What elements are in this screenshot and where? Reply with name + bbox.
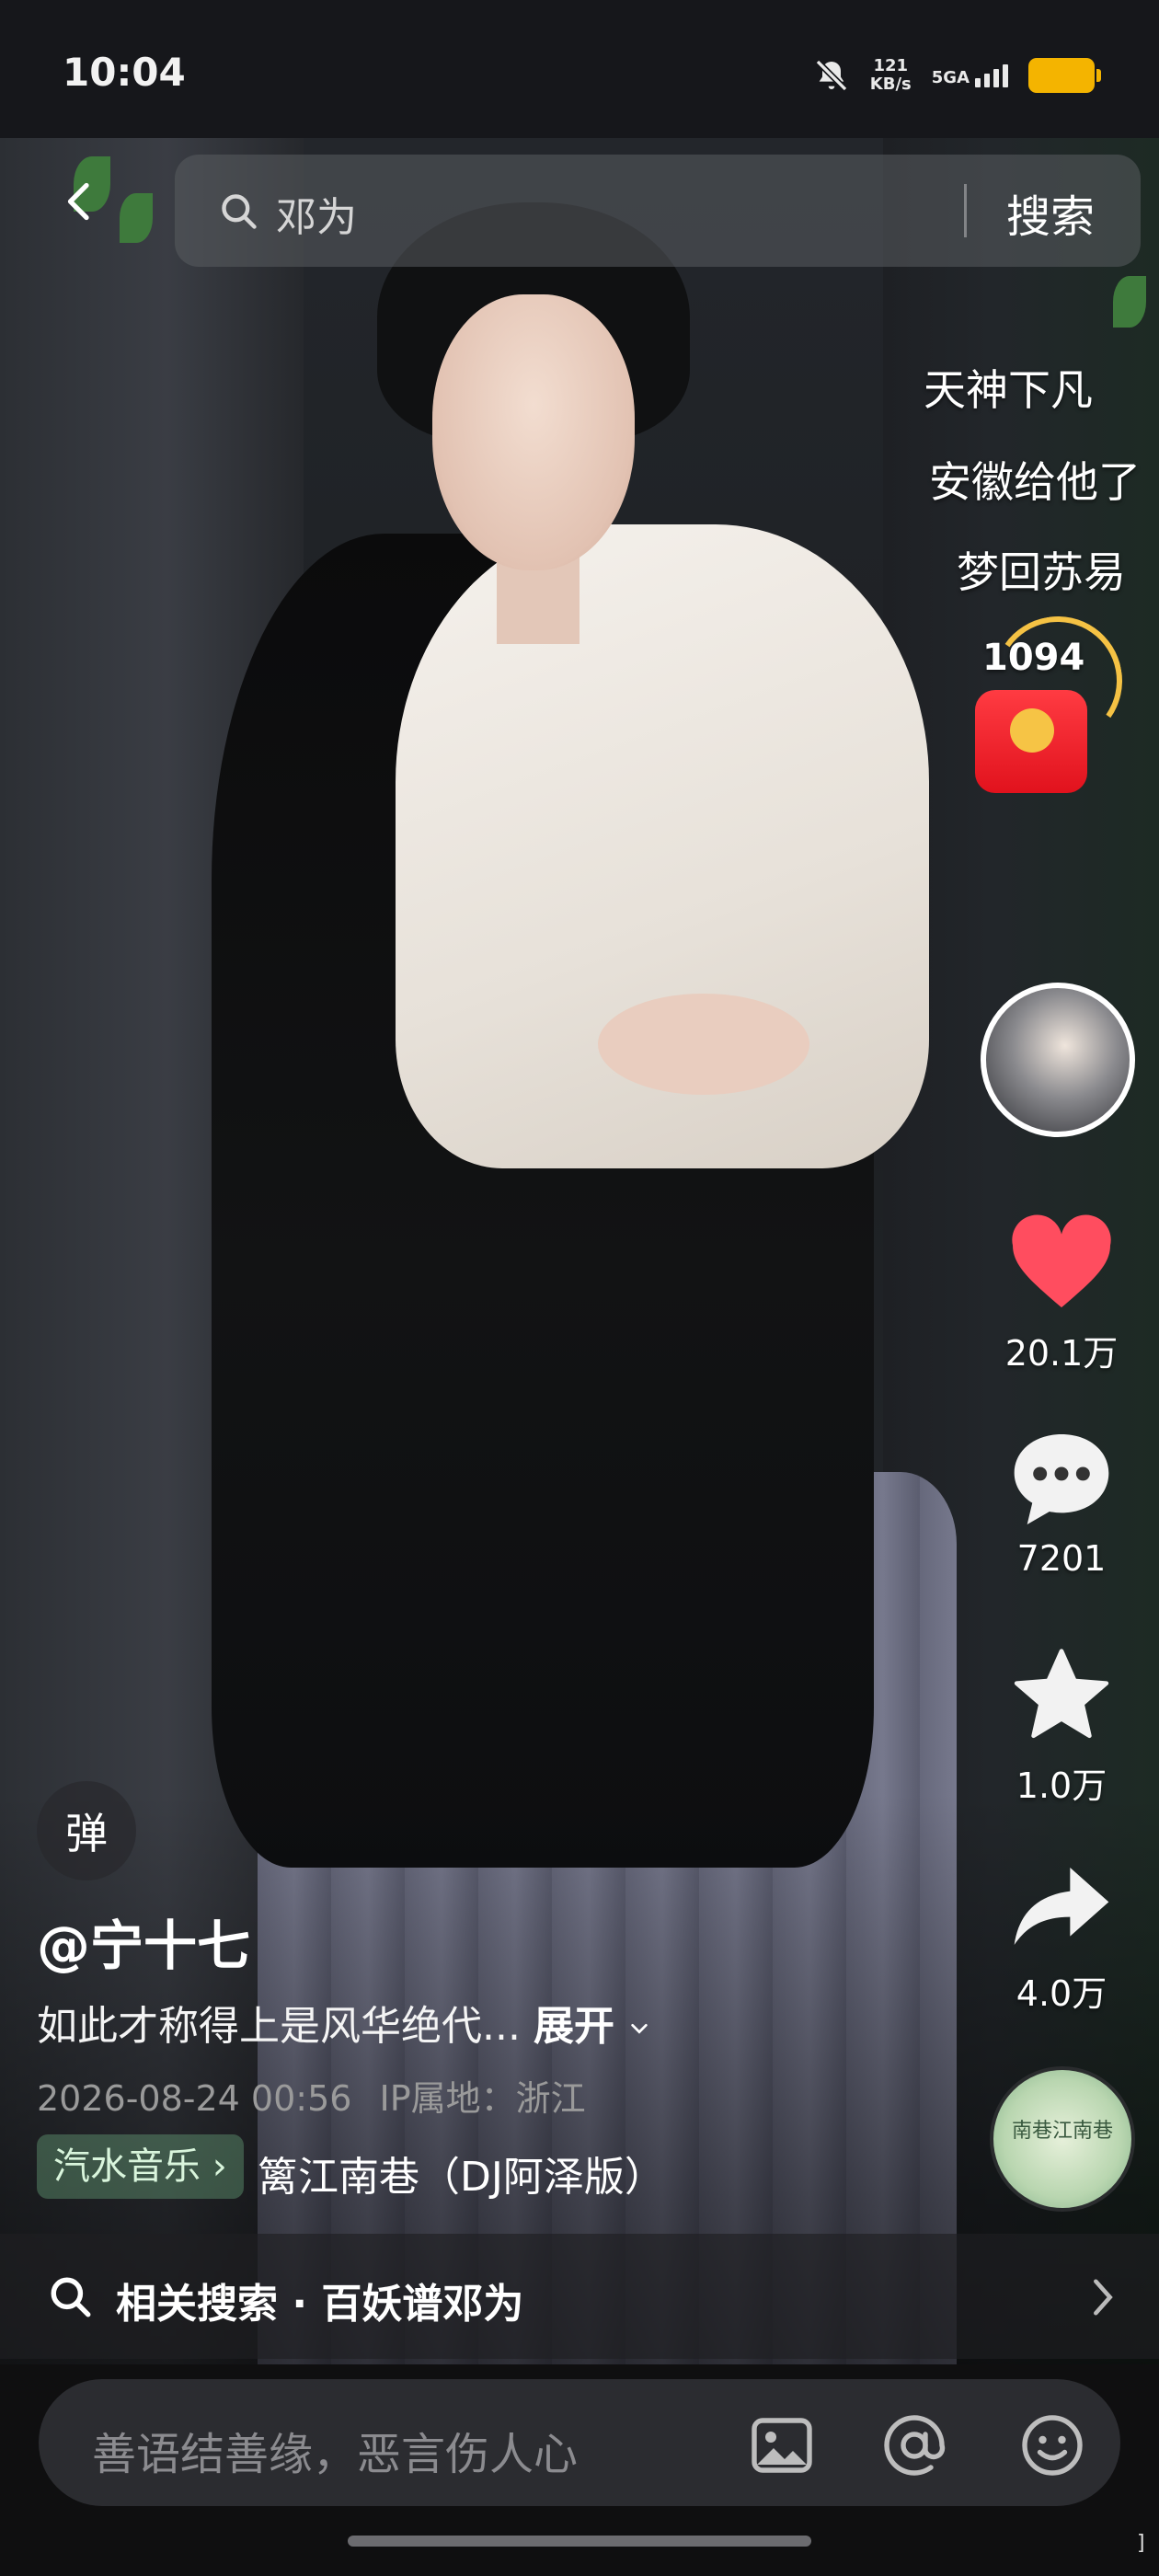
music-source-label: 汽水音乐: [53, 2145, 201, 2188]
comment-count: 7201: [1016, 1538, 1107, 1579]
search-query[interactable]: 邓为: [276, 184, 357, 243]
chevron-down-icon: [631, 2023, 648, 2034]
danmaku-toggle-button[interactable]: 弹: [37, 1781, 136, 1880]
network-speed: 121 KB/s: [869, 56, 912, 94]
chevron-left-icon[interactable]: [61, 182, 99, 221]
chevron-right-icon: ›: [212, 2145, 227, 2188]
heart-icon[interactable]: [1008, 1214, 1115, 1312]
post-meta: 2026-08-24 00:56 IP属地：浙江: [37, 2070, 586, 2121]
post-datetime: 2026-08-24 00:56: [37, 2078, 352, 2119]
emoji-icon[interactable]: [1019, 2412, 1085, 2478]
battery-icon: [1028, 58, 1101, 93]
music-title[interactable]: 篱江南巷（DJ阿泽版）: [258, 2144, 665, 2202]
chevron-right-icon[interactable]: [1089, 2276, 1117, 2318]
like-count: 20.1万: [1004, 1333, 1119, 1374]
favorite-count: 1.0万: [1016, 1765, 1107, 1806]
share-arrow-icon[interactable]: [1010, 1862, 1113, 1950]
music-source-tag[interactable]: 汽水音乐 ›: [37, 2134, 244, 2199]
author-avatar[interactable]: [981, 983, 1135, 1137]
author-name[interactable]: @宁十七: [37, 1903, 250, 1980]
related-search-label[interactable]: 相关搜索 · 百妖谱邓为: [116, 2271, 523, 2329]
video-description: 如此才称得上是风华绝代... 展开: [37, 1993, 651, 2052]
search-icon: [51, 2277, 91, 2317]
share-count: 4.0万: [1016, 1973, 1107, 2014]
corner-bracket: ]: [1137, 2532, 1145, 2555]
signal-bars-icon: [975, 63, 1008, 87]
red-packet-count: 1094: [982, 637, 1085, 679]
star-icon[interactable]: [1010, 1647, 1113, 1744]
comment-placeholder[interactable]: 善语结善缘，恶言伤人心: [92, 2418, 578, 2482]
bell-off-icon: [815, 59, 848, 92]
search-button[interactable]: 搜索: [1006, 180, 1095, 245]
home-indicator[interactable]: [348, 2536, 811, 2547]
coin-icon: [1010, 708, 1054, 753]
danmaku-comment: 梦回苏易: [957, 547, 1126, 597]
danmaku-comment: 天神下凡: [924, 365, 1093, 415]
signal-indicator: 5GA: [932, 63, 1008, 87]
at-icon[interactable]: [881, 2412, 947, 2478]
image-icon[interactable]: [749, 2412, 815, 2478]
expand-link[interactable]: 展开: [534, 2003, 614, 2050]
danmaku-comment: 安徽给他了: [929, 457, 1141, 507]
status-time: 10:04: [63, 50, 186, 95]
video-figure-hand: [598, 994, 809, 1095]
search-icon: [222, 194, 257, 229]
status-indicators: 121 KB/s 5GA: [813, 48, 1101, 103]
search-divider: [964, 184, 967, 237]
music-disc-label: 南巷江南巷: [1012, 2120, 1114, 2143]
leaf-decor: [1113, 276, 1146, 328]
chat-bubble-icon[interactable]: [1010, 1430, 1113, 1529]
video-figure-face: [432, 294, 635, 570]
leaf-decor: [120, 193, 153, 243]
description-text: 如此才称得上是风华绝代...: [37, 2003, 521, 2050]
ip-location: IP属地：浙江: [379, 2078, 586, 2119]
